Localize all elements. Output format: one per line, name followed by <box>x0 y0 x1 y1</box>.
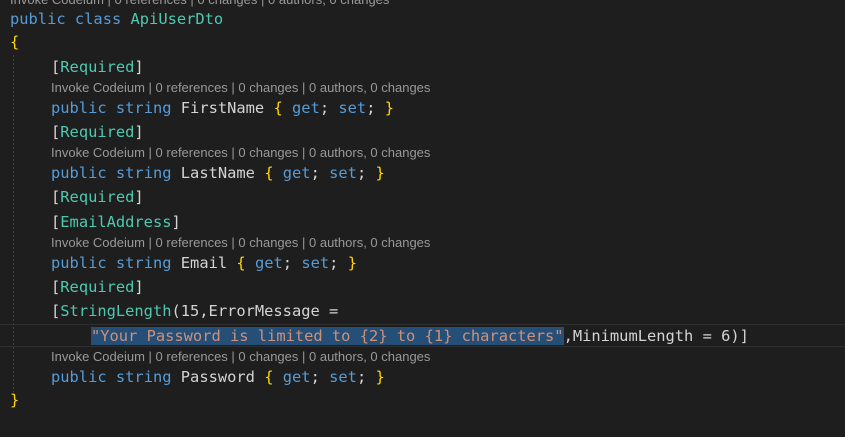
attribute-required: Required <box>60 188 135 206</box>
codelens-password[interactable]: Invoke Codeium | 0 references | 0 change… <box>51 348 430 366</box>
keyword-string: string <box>115 164 172 182</box>
property-name: LastName <box>180 164 255 182</box>
property-name: Email <box>180 254 228 272</box>
codelens-lastname[interactable]: Invoke Codeium | 0 references | 0 change… <box>51 144 430 162</box>
keyword-set: set <box>329 164 357 182</box>
minimum-length-arg: ,MinimumLength = 6)] <box>563 327 749 345</box>
keyword-public: public <box>10 10 66 28</box>
keyword-string: string <box>115 254 172 272</box>
keyword-get: get <box>292 99 320 117</box>
attribute-emailaddress: EmailAddress <box>60 213 172 231</box>
property-name: Password <box>180 368 255 386</box>
keyword-set: set <box>338 99 367 117</box>
property-line-lastname: public string LastName { get; set; } <box>51 164 385 182</box>
attribute-line-required-4: [Required] <box>51 278 144 296</box>
attribute-stringlength: StringLength <box>60 302 172 320</box>
keyword-get: get <box>254 254 283 272</box>
property-line-password: public string Password { get; set; } <box>51 368 385 386</box>
close-brace: } <box>10 391 20 409</box>
attribute-line-required-3: [Required] <box>51 188 144 206</box>
keyword-public: public <box>51 99 107 117</box>
property-line-firstname: public string FirstName { get; set; } <box>51 99 395 117</box>
class-close-brace: } <box>10 389 19 411</box>
error-message-line: "Your Password is limited to {2} to {1} … <box>91 325 749 347</box>
keyword-get: get <box>282 368 311 386</box>
keyword-public: public <box>51 368 107 386</box>
property-name: FirstName <box>180 99 265 117</box>
codelens-email[interactable]: Invoke Codeium | 0 references | 0 change… <box>51 234 430 252</box>
class-declaration-line: public class ApiUserDto <box>10 8 223 30</box>
code-editor[interactable]: Invoke Codeium | 0 references | 0 change… <box>0 0 845 437</box>
attribute-required: Required <box>60 278 135 296</box>
keyword-set: set <box>329 368 357 386</box>
attribute-required: Required <box>60 123 135 141</box>
open-brace: { <box>10 33 20 51</box>
keyword-string: string <box>115 99 172 117</box>
keyword-public: public <box>51 164 107 182</box>
attribute-line-emailaddress: [EmailAddress] <box>51 213 181 231</box>
property-line-email: public string Email { get; set; } <box>51 254 357 272</box>
class-name: ApiUserDto <box>130 10 224 28</box>
keyword-string: string <box>115 368 172 386</box>
keyword-public: public <box>51 254 107 272</box>
keyword-set: set <box>301 254 330 272</box>
keyword-get: get <box>282 164 311 182</box>
attribute-line-stringlength: [StringLength(15,ErrorMessage = <box>51 302 339 320</box>
keyword-class: class <box>74 10 122 28</box>
attribute-line-required-2: [Required] <box>51 123 144 141</box>
codelens-firstname[interactable]: Invoke Codeium | 0 references | 0 change… <box>51 79 430 97</box>
class-open-brace: { <box>10 31 19 53</box>
attribute-required: Required <box>60 58 135 76</box>
stringlength-args: (15,ErrorMessage = <box>171 302 339 320</box>
attribute-line-required-1: [Required] <box>51 58 144 76</box>
error-message-string: "Your Password is limited to {2} to {1} … <box>91 327 564 345</box>
